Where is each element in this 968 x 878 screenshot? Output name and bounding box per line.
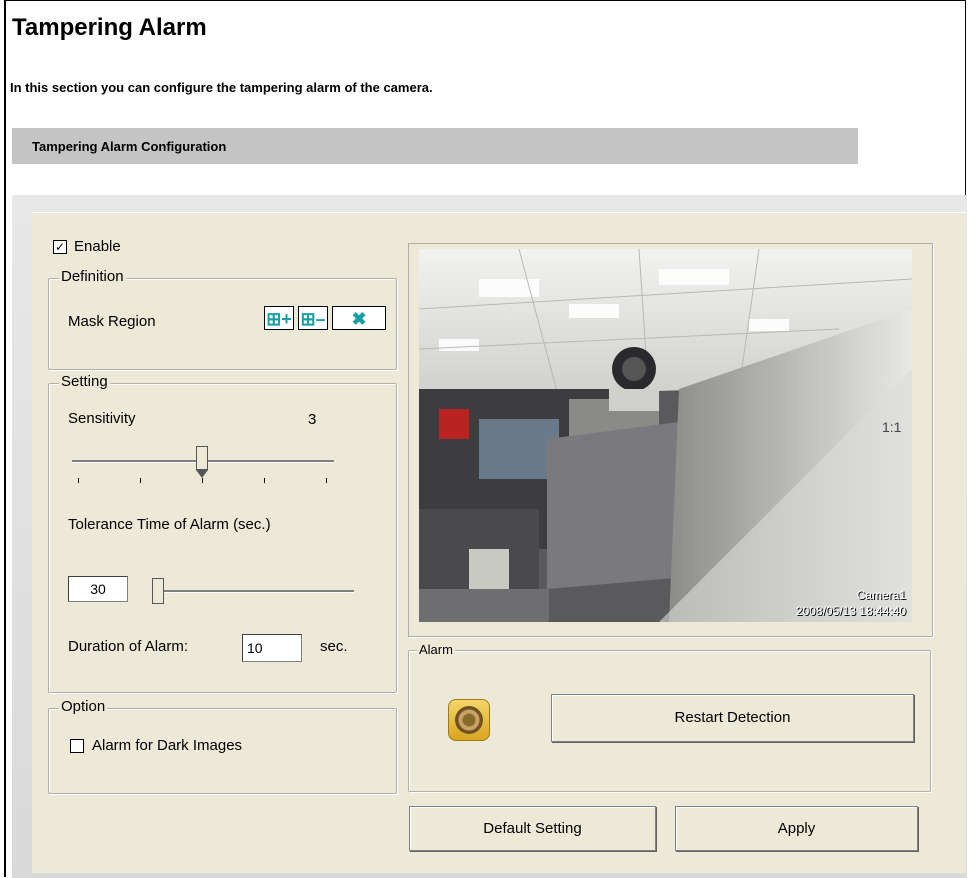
remove-region-icon: ⊞–: [300, 309, 326, 329]
option-title: Option: [59, 698, 108, 715]
section-header: Tampering Alarm Configuration: [12, 128, 858, 164]
restart-detection-button[interactable]: Restart Detection: [551, 694, 914, 742]
sensitivity-value: 3: [308, 411, 317, 428]
camera-timestamp-overlay: 2008/05/13 18:44:40: [795, 604, 906, 618]
tolerance-slider-thumb[interactable]: [152, 578, 164, 604]
dark-images-label: Alarm for Dark Images: [92, 737, 243, 754]
tolerance-slider-track[interactable]: [152, 590, 354, 593]
tolerance-input[interactable]: 30: [68, 576, 128, 602]
add-region-icon: ⊞+: [266, 309, 292, 329]
sensitivity-slider-pointer: [196, 470, 208, 478]
alarm-indicator-icon: [448, 699, 490, 741]
camera-corner-label: 1:1: [882, 419, 902, 435]
sensitivity-tick: [140, 478, 141, 483]
clear-region-icon: ✖: [351, 309, 367, 329]
tolerance-label: Tolerance Time of Alarm (sec.): [68, 516, 271, 533]
sensitivity-slider-thumb[interactable]: [196, 446, 208, 470]
duration-input[interactable]: 10: [242, 634, 302, 662]
setting-title: Setting: [59, 373, 110, 390]
apply-button[interactable]: Apply: [675, 806, 918, 851]
page-description: In this section you can configure the ta…: [10, 80, 433, 95]
enable-label: Enable: [74, 238, 121, 255]
camera-image: [419, 249, 912, 622]
clear-region-button[interactable]: ✖: [332, 306, 386, 330]
sensitivity-label: Sensitivity: [68, 410, 136, 427]
page-title: Tampering Alarm: [12, 14, 207, 41]
sensitivity-tick: [78, 478, 79, 483]
alarm-title: Alarm: [417, 642, 455, 657]
sensitivity-tick: [264, 478, 265, 483]
duration-unit: sec.: [320, 638, 348, 655]
enable-checkbox[interactable]: ✓: [53, 240, 67, 254]
definition-title: Definition: [59, 268, 126, 285]
default-setting-button[interactable]: Default Setting: [409, 806, 656, 851]
duration-label: Duration of Alarm:: [68, 638, 189, 655]
dark-images-checkbox[interactable]: [70, 739, 84, 753]
camera-video[interactable]: Camera1 2008/05/13 18:44:40 1:1: [419, 249, 912, 622]
mask-region-label: Mask Region: [68, 313, 156, 330]
sensitivity-tick: [202, 478, 203, 483]
remove-region-button[interactable]: ⊞–: [298, 306, 328, 330]
section-title: Tampering Alarm Configuration: [32, 139, 227, 154]
add-region-button[interactable]: ⊞+: [264, 306, 294, 330]
camera-name-overlay: Camera1: [856, 588, 906, 602]
sensitivity-tick: [326, 478, 327, 483]
